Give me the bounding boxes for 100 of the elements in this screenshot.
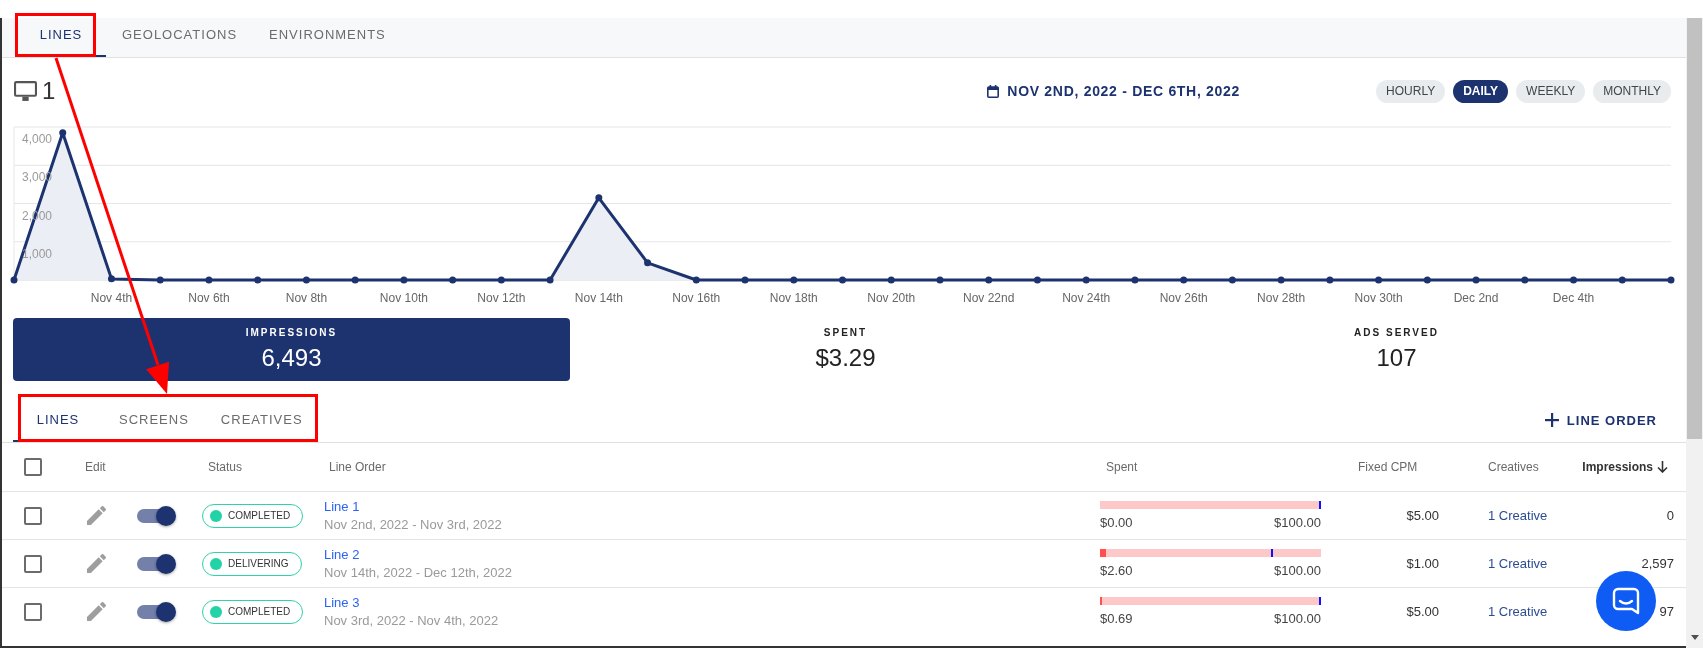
data-point bbox=[1521, 276, 1529, 284]
toggle-switch[interactable] bbox=[137, 601, 176, 622]
tab[interactable]: GEOLOCATIONS bbox=[106, 18, 254, 57]
creatives-link[interactable]: 1 Creative bbox=[1488, 508, 1548, 523]
y-axis-label: 4,000 bbox=[22, 132, 53, 146]
data-point bbox=[1570, 276, 1578, 284]
impressions-value: 0 bbox=[1666, 508, 1674, 523]
checkbox[interactable] bbox=[24, 554, 42, 573]
spent-amount: $0.00 bbox=[1100, 514, 1133, 531]
status-text: COMPLETED bbox=[228, 510, 291, 521]
checkbox[interactable] bbox=[24, 602, 42, 621]
x-axis-label: Nov 6th bbox=[188, 291, 230, 305]
column-header[interactable]: Status bbox=[208, 460, 243, 474]
period-button[interactable]: MONTHLY bbox=[1593, 79, 1671, 103]
data-point bbox=[790, 276, 798, 284]
data-point bbox=[985, 276, 993, 284]
data-point bbox=[1423, 276, 1431, 284]
status-text: COMPLETED bbox=[228, 606, 291, 617]
screen-count: 1 bbox=[42, 77, 56, 105]
impressions-value: 2,597 bbox=[1641, 556, 1674, 571]
x-axis-label: Nov 10th bbox=[379, 291, 428, 305]
fixed-cpm-value: $1.00 bbox=[1406, 556, 1439, 571]
stat-label: IMPRESSIONS bbox=[245, 327, 338, 339]
creatives-link[interactable]: 1 Creative bbox=[1488, 556, 1548, 571]
x-axis-label: Nov 18th bbox=[769, 291, 818, 305]
x-axis-label: Nov 14th bbox=[574, 291, 623, 305]
data-point bbox=[1033, 276, 1041, 284]
pencil-icon[interactable] bbox=[87, 506, 106, 525]
period-button[interactable]: WEEKLY bbox=[1516, 79, 1586, 103]
data-point bbox=[546, 276, 554, 284]
tab[interactable]: LINES bbox=[13, 398, 103, 442]
data-point bbox=[302, 276, 310, 284]
line-name-link[interactable]: Line 1 bbox=[324, 497, 360, 516]
x-axis-label: Nov 28th bbox=[1257, 291, 1306, 305]
tab[interactable]: ENVIRONMENTS bbox=[253, 18, 402, 57]
data-point bbox=[1082, 276, 1090, 284]
data-point bbox=[595, 194, 603, 202]
data-point bbox=[1228, 276, 1236, 284]
status-dot-icon bbox=[210, 605, 222, 618]
fixed-cpm-value: $5.00 bbox=[1406, 604, 1439, 619]
fixed-cpm-value: $5.00 bbox=[1406, 508, 1439, 523]
chat-button[interactable] bbox=[1596, 571, 1656, 631]
data-point bbox=[400, 276, 408, 284]
stat-label: SPENT bbox=[823, 327, 868, 339]
checkbox[interactable] bbox=[24, 506, 42, 525]
line-name-link[interactable]: Line 3 bbox=[324, 593, 360, 612]
column-header[interactable]: Spent bbox=[1106, 460, 1138, 474]
x-axis-label: Nov 16th bbox=[672, 291, 721, 305]
stat-card[interactable]: IMPRESSIONS 6,493 bbox=[13, 318, 570, 381]
checkbox[interactable] bbox=[24, 458, 42, 476]
data-point bbox=[1375, 276, 1383, 284]
column-header[interactable]: Line Order bbox=[329, 460, 386, 474]
period-button[interactable]: DAILY bbox=[1453, 79, 1509, 103]
period-button[interactable]: HOURLY bbox=[1376, 79, 1446, 103]
data-point bbox=[1180, 276, 1188, 284]
data-point bbox=[936, 276, 944, 284]
column-header[interactable]: Fixed CPM bbox=[1358, 460, 1418, 474]
data-point bbox=[254, 276, 262, 284]
pencil-icon[interactable] bbox=[87, 602, 106, 621]
data-point bbox=[107, 275, 115, 283]
line-name-link[interactable]: Line 2 bbox=[324, 545, 360, 564]
tab[interactable]: CREATIVES bbox=[204, 398, 319, 442]
scroll-down-icon[interactable] bbox=[1690, 635, 1699, 640]
x-axis-label: Nov 24th bbox=[1062, 291, 1111, 305]
x-axis-label: Nov 8th bbox=[285, 291, 328, 305]
x-axis-label: Nov 20th bbox=[867, 291, 916, 305]
add-line-order-button[interactable]: LINE ORDER bbox=[1542, 408, 1659, 432]
data-point bbox=[741, 276, 749, 284]
pencil-icon[interactable] bbox=[87, 554, 106, 573]
stat-value: $3.29 bbox=[815, 344, 876, 372]
status-text: DELIVERING bbox=[228, 558, 289, 569]
status-dot-icon bbox=[210, 557, 222, 570]
data-point bbox=[1131, 276, 1139, 284]
data-point bbox=[1472, 276, 1480, 284]
toggle-switch[interactable] bbox=[137, 553, 176, 574]
data-point bbox=[1618, 276, 1626, 284]
creatives-link[interactable]: 1 Creative bbox=[1488, 604, 1548, 619]
stat-label: ADS SERVED bbox=[1354, 327, 1439, 339]
line-dates: Nov 3rd, 2022 - Nov 4th, 2022 bbox=[324, 611, 499, 630]
budget-amount: $100.00 bbox=[1274, 610, 1321, 627]
tab[interactable]: LINES bbox=[16, 18, 106, 57]
scrollbar-thumb[interactable] bbox=[1687, 18, 1702, 439]
tab[interactable]: SCREENS bbox=[103, 398, 205, 442]
data-point bbox=[1667, 276, 1675, 284]
chat-icon bbox=[1612, 587, 1640, 615]
column-header[interactable]: Creatives bbox=[1488, 460, 1539, 474]
x-axis-label: Nov 12th bbox=[477, 291, 526, 305]
toggle-switch[interactable] bbox=[137, 505, 176, 526]
data-point bbox=[1326, 276, 1334, 284]
spent-amount: $0.69 bbox=[1100, 610, 1133, 627]
data-point bbox=[59, 129, 67, 137]
date-range-button[interactable]: NOV 2ND, 2022 - DEC 6TH, 2022 bbox=[987, 83, 1241, 99]
budget-amount: $100.00 bbox=[1274, 562, 1321, 579]
arrow-down-icon bbox=[1657, 461, 1668, 473]
data-point bbox=[887, 276, 895, 284]
data-point bbox=[692, 276, 700, 284]
scrollbar[interactable] bbox=[1686, 18, 1703, 648]
data-point bbox=[644, 259, 652, 267]
column-header[interactable]: Edit bbox=[85, 460, 106, 474]
column-header[interactable]: Impressions bbox=[1582, 460, 1668, 474]
